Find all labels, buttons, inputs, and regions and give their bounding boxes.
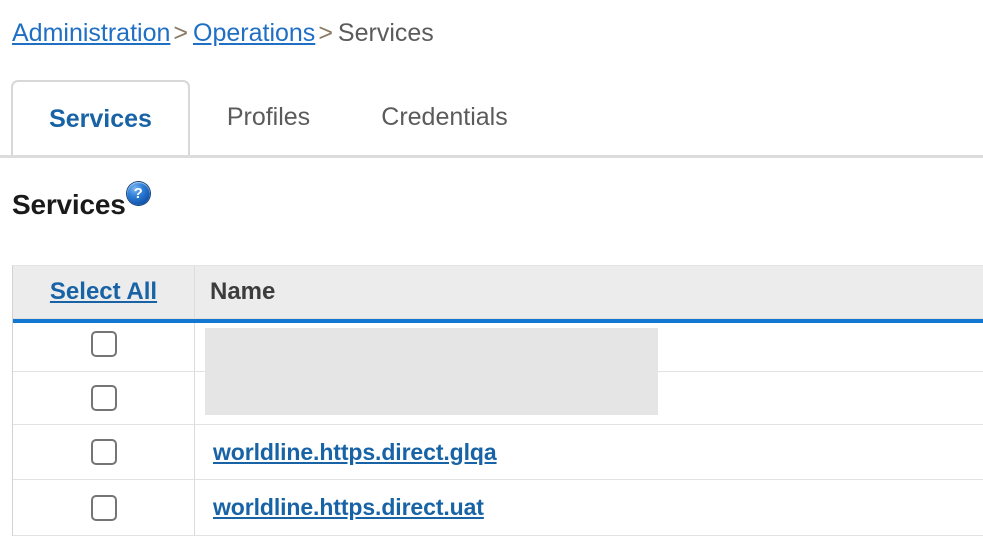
tab-services[interactable]: Services <box>11 80 190 155</box>
row-select-cell <box>13 480 195 535</box>
row-checkbox[interactable] <box>90 385 117 411</box>
column-header-select-all: Select All <box>13 266 195 318</box>
breadcrumb-item-services: Services <box>337 19 434 47</box>
breadcrumb-item-operations[interactable]: Operations <box>193 19 315 47</box>
column-header-name: Name <box>210 278 276 305</box>
table-row[interactable]: worldline.https.direct.uat <box>13 480 983 536</box>
row-checkbox[interactable] <box>90 439 117 465</box>
tab-bar: Services Profiles Credentials <box>0 80 983 158</box>
row-select-cell <box>13 323 195 371</box>
row-name-cell: worldline.https.direct.glqa <box>195 425 983 479</box>
breadcrumb: Administration > Operations > Services <box>12 18 434 48</box>
page-title: Services <box>12 182 150 221</box>
breadcrumb-item-administration[interactable]: Administration <box>12 19 170 47</box>
service-name-link[interactable]: worldline.https.direct.uat <box>207 494 484 521</box>
tab-profiles[interactable]: Profiles <box>196 80 341 155</box>
select-all-link[interactable]: Select All <box>50 278 157 305</box>
breadcrumb-separator: > <box>318 19 333 47</box>
help-question-icon[interactable] <box>126 182 150 205</box>
page-title-text: Services <box>12 189 126 220</box>
row-select-cell <box>13 425 195 479</box>
service-name-link[interactable]: worldline.https.direct.glqa <box>207 439 497 466</box>
row-name-cell: worldline.https.direct.uat <box>195 480 983 535</box>
table-row[interactable]: worldline.https.direct.glqa <box>13 425 983 480</box>
table-header-row: Select All Name <box>13 266 983 319</box>
row-checkbox[interactable] <box>90 494 117 521</box>
breadcrumb-separator: > <box>173 19 189 47</box>
row-checkbox[interactable] <box>90 331 117 357</box>
tab-credentials[interactable]: Credentials <box>352 80 537 155</box>
redacted-name-overlay <box>205 328 658 415</box>
row-select-cell <box>13 372 195 424</box>
